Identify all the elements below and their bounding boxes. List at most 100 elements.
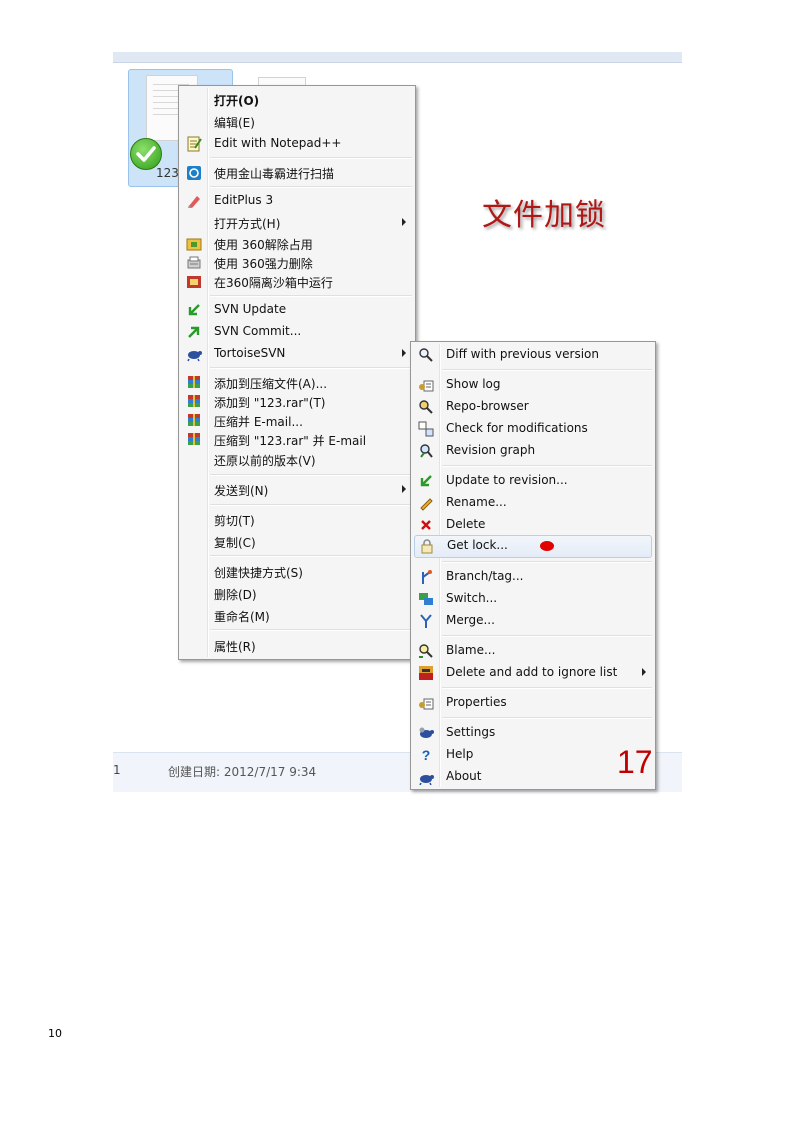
menu-item-label: 复制(C) — [214, 536, 256, 550]
menu-item-notepad[interactable]: Edit with Notepad++ — [179, 133, 415, 154]
svn-update-icon — [186, 302, 202, 318]
winrar-icon — [186, 375, 202, 391]
menu-item-edit[interactable]: 编辑(E) — [179, 111, 415, 132]
360-unlock-icon — [186, 236, 202, 252]
menu-item-label: 打开方式(H) — [214, 217, 281, 231]
menu-item-label: 压缩到 "123.rar" 并 E-mail — [214, 434, 367, 448]
lock-icon — [419, 538, 435, 554]
submenu-item-settings[interactable]: Settings — [411, 722, 655, 743]
submenu-item-revision-graph[interactable]: Revision graph — [411, 440, 655, 461]
menu-separator — [210, 504, 412, 506]
menu-item-label: Delete — [446, 517, 486, 531]
settings-icon — [418, 725, 434, 741]
menu-item-label: 添加到压缩文件(A)... — [214, 377, 328, 391]
delete-icon — [418, 517, 434, 533]
menu-separator — [442, 687, 652, 689]
submenu-item-properties[interactable]: Properties — [411, 692, 655, 713]
submenu-item-diff[interactable]: Diff with previous version — [411, 344, 655, 365]
menu-item-properties[interactable]: 属性(R) — [179, 635, 415, 656]
menu-item-compress-rar-email[interactable]: 压缩到 "123.rar" 并 E-mail — [179, 429, 415, 450]
tortoise-icon — [186, 346, 202, 362]
submenu-item-merge[interactable]: Merge... — [411, 610, 655, 631]
winrar-icon — [186, 394, 202, 410]
menu-item-label: Help — [446, 747, 474, 761]
menu-item-label: Branch/tag... — [446, 569, 524, 583]
menu-item-open-with[interactable]: 打开方式(H) — [179, 212, 415, 233]
page-number: 10 — [48, 1027, 62, 1040]
menu-item-label: 还原以前的版本(V) — [214, 454, 316, 468]
merge-icon — [418, 613, 434, 629]
notepad-icon — [186, 136, 202, 152]
menu-item-add-archive[interactable]: 添加到压缩文件(A)... — [179, 372, 415, 393]
submenu-arrow-icon — [642, 668, 646, 676]
submenu-item-check-modifications[interactable]: Check for modifications — [411, 418, 655, 439]
blame-icon — [418, 643, 434, 659]
kingsoft-antivirus-icon — [186, 165, 202, 181]
submenu-arrow-icon — [402, 485, 406, 493]
menu-separator — [442, 561, 652, 563]
menu-item-label: 属性(R) — [214, 640, 256, 654]
menu-item-restore-versions[interactable]: 还原以前的版本(V) — [179, 449, 415, 470]
menu-item-360-unlock[interactable]: 使用 360解除占用 — [179, 233, 415, 254]
menu-item-label: 压缩并 E-mail... — [214, 415, 303, 429]
menu-item-label: Properties — [446, 695, 507, 709]
menu-item-360-sandbox[interactable]: 在360隔离沙箱中运行 — [179, 271, 415, 292]
menu-item-delete[interactable]: 删除(D) — [179, 583, 415, 604]
menu-item-svn-update[interactable]: SVN Update — [179, 299, 415, 320]
menu-separator — [442, 465, 652, 467]
submenu-item-switch[interactable]: Switch... — [411, 588, 655, 609]
submenu-item-repo-browser[interactable]: Repo-browser — [411, 396, 655, 417]
menu-item-editplus[interactable]: EditPlus 3 — [179, 190, 415, 211]
menu-item-label: 编辑(E) — [214, 116, 255, 130]
menu-item-label: Repo-browser — [446, 399, 529, 413]
menu-separator — [442, 717, 652, 719]
menu-item-label: Merge... — [446, 613, 495, 627]
submenu-item-rename[interactable]: Rename... — [411, 492, 655, 513]
menu-item-add-rar[interactable]: 添加到 "123.rar"(T) — [179, 391, 415, 412]
submenu-item-get-lock[interactable]: Get lock... — [414, 535, 652, 558]
switch-icon — [418, 591, 434, 607]
submenu-item-blame[interactable]: Blame... — [411, 640, 655, 661]
menu-item-label: Rename... — [446, 495, 507, 509]
menu-item-label: TortoiseSVN — [214, 346, 286, 360]
red-marker-dot — [540, 541, 554, 551]
submenu-item-update-revision[interactable]: Update to revision... — [411, 470, 655, 491]
menu-item-label: Blame... — [446, 643, 496, 657]
branch-icon — [418, 569, 434, 585]
menu-item-label: 剪切(T) — [214, 514, 255, 528]
menu-separator — [210, 555, 412, 557]
help-icon: ? — [421, 747, 431, 763]
menu-item-cut[interactable]: 剪切(T) — [179, 509, 415, 530]
tortoisesvn-submenu: Diff with previous version Show log Repo… — [410, 341, 656, 790]
repo-browser-icon — [418, 399, 434, 415]
menu-item-label: Diff with previous version — [446, 347, 599, 361]
submenu-item-show-log[interactable]: Show log — [411, 374, 655, 395]
menu-item-compress-email[interactable]: 压缩并 E-mail... — [179, 410, 415, 431]
menu-item-kingsoft-scan[interactable]: 使用金山毒霸进行扫描 — [179, 162, 415, 183]
menu-item-rename[interactable]: 重命名(M) — [179, 605, 415, 626]
submenu-item-branch-tag[interactable]: Branch/tag... — [411, 566, 655, 587]
menu-item-label: Show log — [446, 377, 501, 391]
menu-item-send-to[interactable]: 发送到(N) — [179, 479, 415, 500]
explorer-toolbar — [113, 52, 682, 63]
menu-item-open[interactable]: 打开(O) — [179, 89, 415, 110]
submenu-item-ignore-list[interactable]: Delete and add to ignore list — [411, 662, 655, 683]
ignore-icon — [418, 665, 434, 681]
menu-item-create-shortcut[interactable]: 创建快捷方式(S) — [179, 561, 415, 582]
menu-item-label: 在360隔离沙箱中运行 — [214, 276, 333, 290]
menu-item-360-delete[interactable]: 使用 360强力删除 — [179, 252, 415, 273]
menu-item-label: 使用 360强力删除 — [214, 257, 313, 271]
winrar-icon — [186, 432, 202, 448]
menu-item-label: 重命名(M) — [214, 610, 270, 624]
menu-item-label: Check for modifications — [446, 421, 588, 435]
menu-item-label: Revision graph — [446, 443, 536, 457]
menu-item-label: Get lock... — [447, 538, 508, 552]
editplus-icon — [186, 193, 202, 209]
menu-item-svn-commit[interactable]: SVN Commit... — [179, 321, 415, 342]
menu-item-tortoisesvn[interactable]: TortoiseSVN — [179, 343, 415, 364]
submenu-item-delete[interactable]: Delete — [411, 514, 655, 535]
diff-icon — [418, 347, 434, 363]
menu-item-copy[interactable]: 复制(C) — [179, 531, 415, 552]
menu-separator — [210, 629, 412, 631]
menu-item-label: SVN Commit... — [214, 324, 302, 338]
